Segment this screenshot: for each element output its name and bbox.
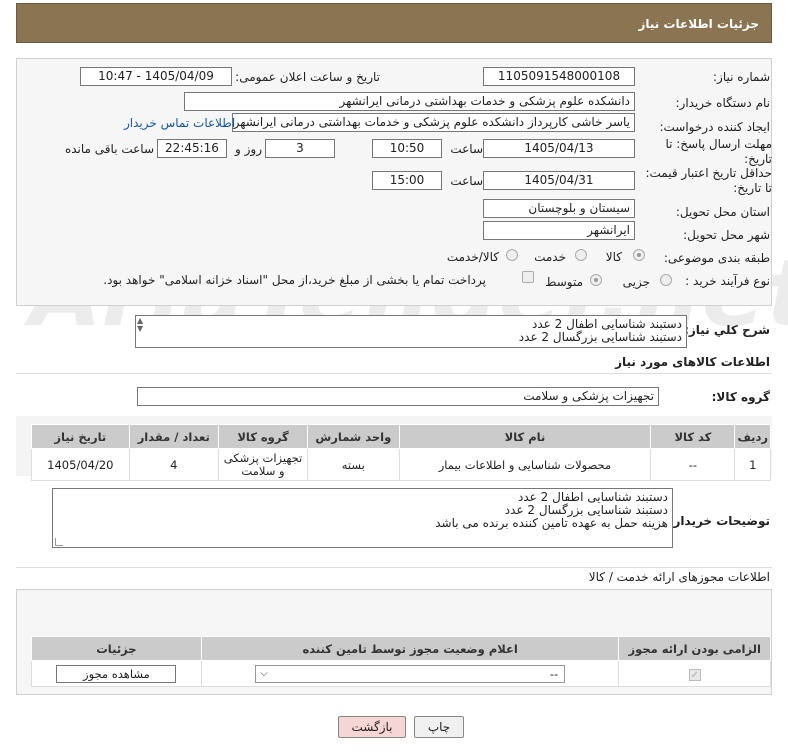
print-button[interactable]: چاپ xyxy=(414,716,464,738)
table-row: 1 -- محصولات شناسایی و اطلاعات بیمار بست… xyxy=(31,448,771,481)
treasury-checkbox[interactable] xyxy=(522,271,534,283)
deadline-time-field: 10:50 xyxy=(372,139,442,158)
textarea-resize-handle[interactable] xyxy=(55,538,63,546)
need-number-field: 1105091548000108 xyxy=(483,67,635,86)
purchase-radio-minor[interactable] xyxy=(660,274,672,286)
province-label: استان محل تحویل: xyxy=(675,205,770,219)
purchase-option-minor: جزیی xyxy=(622,275,650,289)
cell-name: محصولات شناسایی و اطلاعات بیمار xyxy=(398,448,652,481)
goods-section-title: اطلاعات کالاهای مورد نیاز xyxy=(615,355,770,369)
validity-time-label: ساعت xyxy=(450,174,483,188)
category-label: طبقه بندی موضوعی: xyxy=(663,251,770,265)
purchase-type-label: نوع فرآیند خرید : xyxy=(685,274,770,288)
category-option-goods: کالا xyxy=(605,250,622,264)
deadline-date-field: 1405/04/13 xyxy=(483,139,635,158)
category-radio-service[interactable] xyxy=(575,249,587,261)
purchase-option-medium: متوسط xyxy=(545,275,583,289)
goods-table: ردیف کد کالا نام کالا واحد شمارش گروه کا… xyxy=(31,424,771,481)
days-label: روز و xyxy=(235,142,262,156)
col-qty: تعداد / مقدار xyxy=(128,424,219,449)
city-label: شهر محل تحویل: xyxy=(683,228,770,242)
remaining-time-field: 22:45:16 xyxy=(157,139,227,158)
col-unit: واحد شمارش xyxy=(307,424,400,449)
buyer-notes-label: توضیحات خریدار: xyxy=(668,514,770,528)
back-button[interactable]: بازگشت xyxy=(338,716,406,738)
license-details-cell: مشاهده مجوز xyxy=(31,660,202,687)
buyer-contact-link[interactable]: اطلاعات تماس خریدار xyxy=(124,116,235,130)
cell-code: -- xyxy=(650,448,736,481)
col-group: گروه کالا xyxy=(217,424,309,449)
licenses-table: الزامی بودن ارائه مجوز اعلام وضعیت مجوز … xyxy=(31,636,771,687)
page-title: جزئیات اطلاعات نیاز xyxy=(16,3,772,43)
requester-label: ایجاد کننده درخواست: xyxy=(659,120,770,134)
licenses-divider xyxy=(16,567,772,568)
col-license-details: جزئیات xyxy=(31,636,202,661)
city-field: ایرانشهر xyxy=(483,221,635,240)
days-field: 3 xyxy=(265,139,335,158)
chevron-down-icon: ⌵ xyxy=(260,667,268,679)
col-date: تاریخ نیاز xyxy=(31,424,130,449)
goods-divider xyxy=(16,373,772,374)
col-row: ردیف xyxy=(734,424,771,449)
license-status-cell: -- ⌵ xyxy=(200,660,620,687)
validity-time-field: 15:00 xyxy=(372,171,442,190)
deadline-label: مهلت ارسال پاسخ: تا تاریخ: xyxy=(665,137,772,166)
license-status-value: -- xyxy=(549,666,559,681)
cell-qty: 4 xyxy=(128,448,219,481)
remaining-label: ساعت باقی مانده xyxy=(64,142,154,156)
goods-group-label: گروه کالا: xyxy=(711,390,770,404)
col-license-status: اعلام وضعیت مجوز توسط تامین کننده xyxy=(200,636,620,661)
col-code: کد کالا xyxy=(650,424,736,449)
cell-group: تجهیزات پزشکی و سلامت xyxy=(217,448,309,481)
license-row: ✓ -- ⌵ مشاهده مجوز xyxy=(31,660,771,687)
view-license-button[interactable]: مشاهده مجوز xyxy=(56,664,177,683)
col-name: نام کالا xyxy=(398,424,652,449)
announce-label: تاریخ و ساعت اعلان عمومی: xyxy=(235,70,380,84)
licenses-section-title: اطلاعات مجوزهای ارائه خدمت / کالا xyxy=(588,570,770,584)
requester-field: یاسر خاشی کارپرداز دانشکده علوم پزشکی و … xyxy=(232,113,635,132)
category-radio-both[interactable] xyxy=(506,249,518,261)
summary-label: شرح کلي نياز: xyxy=(684,323,770,337)
treasury-note: پرداخت تمام یا بخشی از مبلغ خرید،از محل … xyxy=(103,273,486,287)
summary-scroll-arrows[interactable]: ▲ ▼ xyxy=(137,317,143,333)
buyer-notes-textarea[interactable]: دستبند شناسایی اطفال 2 عدد دستبند شناسای… xyxy=(52,488,673,548)
province-field: سیستان و بلوچستان xyxy=(483,199,635,218)
summary-textarea[interactable]: دستبند شناسایی اطفال 2 عدد دستبند شناسای… xyxy=(135,315,687,348)
license-required-cell: ✓ xyxy=(618,660,771,687)
deadline-time-label: ساعت xyxy=(450,142,483,156)
category-radio-goods[interactable] xyxy=(633,249,645,261)
validity-date-field: 1405/04/31 xyxy=(483,171,635,190)
license-status-select[interactable]: -- ⌵ xyxy=(255,664,566,683)
announce-field: 1405/04/09 - 10:47 xyxy=(80,67,232,86)
cell-unit: بسته xyxy=(307,448,400,481)
cell-date: 1405/04/20 xyxy=(31,448,130,481)
buyer-org-label: نام دستگاه خریدار: xyxy=(675,96,771,110)
category-option-service: خدمت xyxy=(534,250,566,264)
category-option-both: کالا/خدمت xyxy=(446,250,499,264)
purchase-radio-medium[interactable] xyxy=(590,274,602,286)
goods-group-field: تجهیزات پزشکی و سلامت xyxy=(137,387,659,406)
need-number-label: شماره نیاز: xyxy=(713,70,770,84)
col-license-required: الزامی بودن ارائه مجوز xyxy=(618,636,771,661)
cell-row: 1 xyxy=(734,448,771,481)
validity-label: حداقل تاریخ اعتبار قیمت: تا تاریخ: xyxy=(645,166,772,195)
license-required-checkbox[interactable]: ✓ xyxy=(688,668,701,681)
buyer-org-field: دانشکده علوم پزشکی و خدمات بهداشتی درمان… xyxy=(184,92,635,111)
